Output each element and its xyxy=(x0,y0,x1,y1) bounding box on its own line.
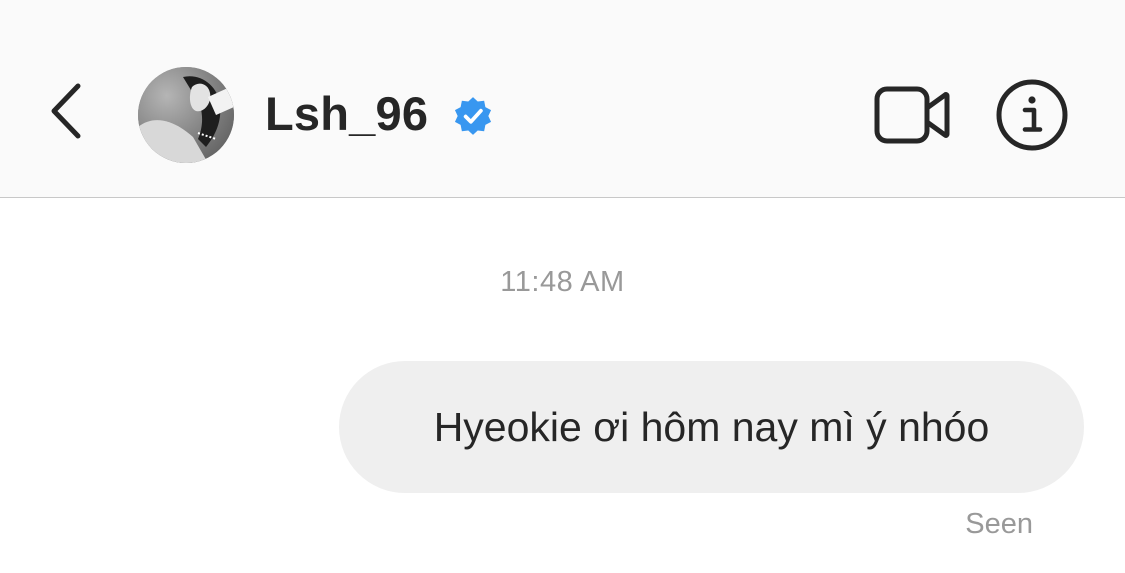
chat-header: Lsh_96 xyxy=(0,0,1125,198)
sent-message-bubble[interactable]: Hyeokie ơi hôm nay mì ý nhóo xyxy=(339,361,1084,493)
seen-status: Seen xyxy=(965,508,1033,540)
profile-photo xyxy=(138,67,234,163)
direct-message-screen: Lsh_96 11:48 AM Hyeokie ơi hôm nay mì ý … xyxy=(0,0,1125,573)
info-icon xyxy=(996,79,1068,151)
message-timestamp: 11:48 AM xyxy=(500,266,625,298)
username[interactable]: Lsh_96 xyxy=(265,84,428,144)
verified-badge-icon xyxy=(452,95,494,137)
info-button[interactable] xyxy=(995,78,1069,152)
video-call-button[interactable] xyxy=(872,82,952,148)
avatar[interactable] xyxy=(138,67,234,163)
chevron-left-icon xyxy=(51,83,81,139)
message-text: Hyeokie ơi hôm nay mì ý nhóo xyxy=(433,403,990,450)
video-camera-icon xyxy=(874,86,950,144)
back-button[interactable] xyxy=(40,76,96,146)
